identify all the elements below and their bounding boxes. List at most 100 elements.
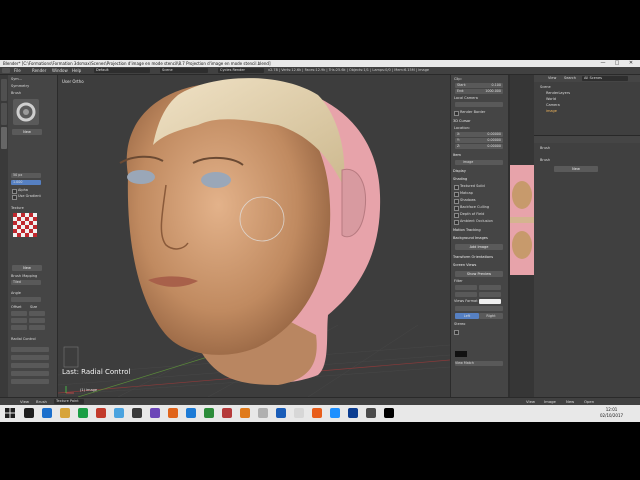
taskbar-app-icon[interactable] [366, 408, 376, 418]
taskbar-app-icon[interactable] [276, 408, 286, 418]
black-swatch[interactable] [455, 351, 467, 357]
views-format-color[interactable] [479, 299, 501, 304]
tab-options[interactable] [1, 103, 7, 125]
section-transform-orientations[interactable]: Transform Orientations [453, 255, 507, 261]
backface-culling-checkbox[interactable] [454, 206, 459, 211]
gradient-checkbox[interactable] [12, 195, 17, 200]
maximize-button[interactable]: □ [610, 60, 624, 67]
taskbar-app-icon[interactable] [78, 408, 88, 418]
filter-field-d[interactable] [479, 292, 501, 297]
image-image-menu[interactable]: Image [544, 399, 556, 404]
outliner-item-camera[interactable]: Camera [546, 103, 560, 108]
taskbar-app-icon[interactable] [384, 408, 394, 418]
image-open-button[interactable]: Open [584, 399, 594, 404]
radial-field-2[interactable] [11, 355, 49, 360]
views-format-field[interactable] [455, 306, 503, 311]
texture-new-button[interactable]: New [12, 265, 42, 271]
section-shading[interactable]: Shading [453, 177, 507, 183]
section-motion-tracking[interactable]: Motion Tracking [453, 228, 507, 234]
outliner-item-image[interactable]: image [546, 109, 557, 114]
3d-viewport[interactable]: User Ortho Last: Radial Control (1) imag… [58, 75, 450, 397]
taskbar-app-icon[interactable] [204, 408, 214, 418]
taskbar-app-icon[interactable] [222, 408, 232, 418]
render-border-checkbox[interactable] [454, 111, 459, 116]
cursor-x-field[interactable]: X: 0.00000 [455, 132, 503, 137]
add-image-button[interactable]: Add Image [455, 244, 503, 250]
filter-field-b[interactable] [479, 285, 501, 290]
taskbar-app-icon[interactable] [168, 408, 178, 418]
image-view-menu[interactable]: View [526, 399, 535, 404]
taskbar-app-icon[interactable] [186, 408, 196, 418]
alpha-checkbox[interactable] [12, 189, 17, 194]
clip-start-field[interactable]: Start: 0.100 [455, 83, 503, 88]
system-tray[interactable] [556, 410, 596, 416]
filter-field-c[interactable] [455, 292, 477, 297]
taskbar-app-icon[interactable] [312, 408, 322, 418]
taskbar-app-icon[interactable] [258, 408, 268, 418]
textured-solid-checkbox[interactable] [454, 185, 459, 190]
section-texture[interactable]: Texture [11, 206, 24, 210]
section-brush[interactable]: Brush [11, 91, 21, 95]
radial-field-5[interactable] [11, 379, 49, 384]
radial-field-3[interactable] [11, 363, 49, 368]
section-background-images[interactable]: Background Images [453, 236, 507, 242]
tab-tools[interactable] [1, 79, 7, 101]
section-display[interactable]: Display [453, 169, 507, 175]
radial-field-4[interactable] [11, 371, 49, 376]
brush-mapping-select[interactable]: Tiled [11, 280, 41, 285]
start-button[interactable] [5, 408, 15, 418]
show-preview-button[interactable]: Show Preview [455, 271, 503, 277]
outliner-scope-select[interactable]: All Scenes [582, 76, 628, 81]
offset-z-field[interactable] [11, 325, 27, 330]
angle-field[interactable] [11, 297, 41, 302]
taskbar-app-icon[interactable] [114, 408, 124, 418]
taskbar-app-icon[interactable] [240, 408, 250, 418]
ambient-occlusion-checkbox[interactable] [454, 220, 459, 225]
last-operator-label[interactable]: Last: Radial Control [62, 368, 130, 376]
section-3d-cursor[interactable]: 3D Cursor [453, 119, 507, 125]
scene-selector[interactable]: Scene [160, 68, 208, 73]
outliner-view-menu[interactable]: View [548, 76, 556, 80]
taskbar-app-icon[interactable] [150, 408, 160, 418]
section-item[interactable]: Item [453, 153, 507, 159]
shadows-checkbox[interactable] [454, 199, 459, 204]
right-view-button[interactable]: Right [479, 313, 503, 319]
view-match-field[interactable]: View Match [455, 361, 503, 366]
header-view-menu[interactable]: View [20, 399, 29, 404]
outliner-item-world[interactable]: World [546, 97, 556, 102]
radius-field[interactable]: 50 px [11, 173, 41, 178]
brush-panel-header[interactable]: Brush [540, 158, 550, 162]
size-x-field[interactable] [29, 311, 45, 316]
outliner-search-menu[interactable]: Search [564, 76, 576, 80]
left-view-button[interactable]: Left [455, 313, 479, 319]
cursor-z-field[interactable]: Z: 0.00000 [455, 144, 503, 149]
render-engine-selector[interactable]: Cycles Render [218, 68, 264, 73]
section-symmetry[interactable]: Sym... [11, 77, 22, 81]
taskbar-app-icon[interactable] [60, 408, 70, 418]
size-z-field[interactable] [29, 325, 45, 330]
close-button[interactable]: ✕ [624, 60, 638, 67]
depth-of-field-checkbox[interactable] [454, 213, 459, 218]
menu-file[interactable]: File [14, 68, 21, 73]
taskbar-app-icon[interactable] [294, 408, 304, 418]
menu-render[interactable]: Render [32, 68, 46, 73]
brush-new-button[interactable]: New [12, 129, 42, 135]
taskbar-app-icon[interactable] [348, 408, 358, 418]
taskbar-app-icon[interactable] [132, 408, 142, 418]
matcap-checkbox[interactable] [454, 192, 459, 197]
outliner-item-renderlayers[interactable]: RenderLayers [546, 91, 570, 96]
image-editor-strip[interactable] [510, 75, 534, 397]
taskbar-app-icon[interactable] [96, 408, 106, 418]
taskbar-app-icon[interactable] [42, 408, 52, 418]
taskbar-app-icon[interactable] [24, 408, 34, 418]
texture-preview[interactable] [13, 213, 37, 237]
section-symmetry-2[interactable]: Symmetry [11, 84, 29, 88]
image-new-button[interactable]: New [566, 399, 574, 404]
section-radial-control[interactable]: Radial Control [11, 337, 36, 341]
mode-selector[interactable]: Texture Paint [54, 399, 84, 404]
size-y-field[interactable] [29, 318, 45, 323]
clip-end-field[interactable]: End: 1000.000 [455, 89, 503, 94]
tab-slots[interactable] [1, 127, 7, 149]
menu-window[interactable]: Window [52, 68, 68, 73]
stereo-checkbox[interactable] [454, 330, 459, 335]
